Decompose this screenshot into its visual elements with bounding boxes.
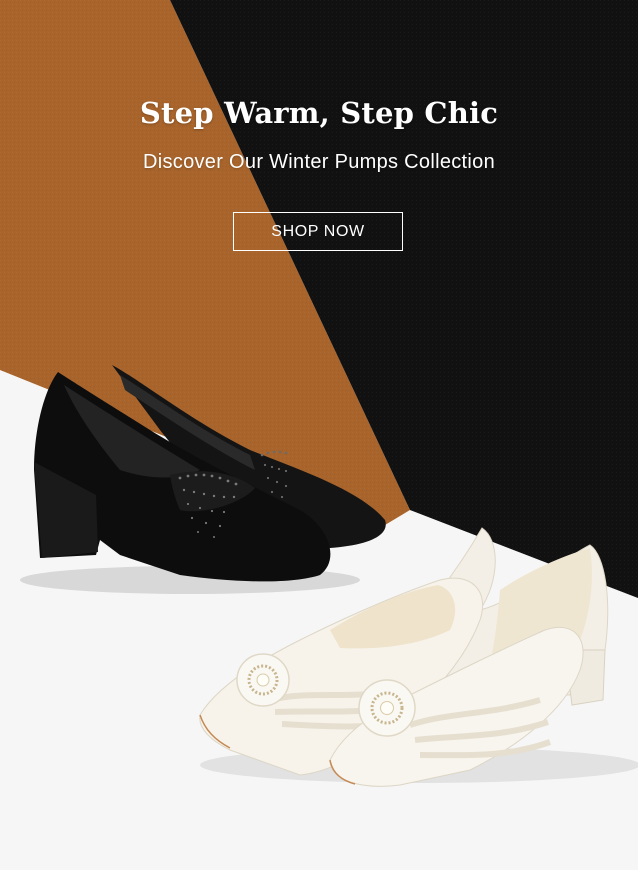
product-images: [20, 365, 638, 787]
black-pump-image[interactable]: [20, 365, 386, 594]
hero-banner: Step Warm, Step Chic Discover Our Winter…: [0, 0, 638, 870]
